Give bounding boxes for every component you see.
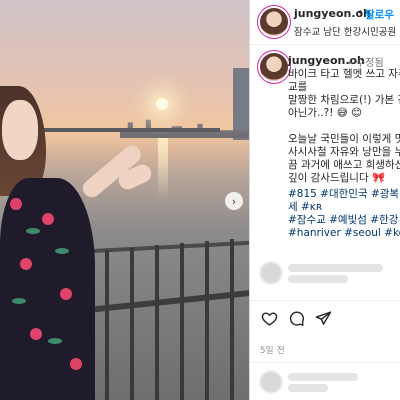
railing-bar: [105, 250, 109, 400]
caption-line: 교를: [288, 81, 308, 93]
post-photo: ›: [0, 0, 249, 400]
share-icon: [315, 310, 331, 325]
comment-icon: [289, 311, 304, 326]
caption-avatar[interactable]: [260, 53, 288, 81]
caption-line: 끔 과거에 애쓰고 희생하신: [288, 159, 400, 171]
post-sidebar: jungyeon.oh • 팔로우 잠수교 남단 한강시민공원 jungyeon…: [249, 0, 400, 400]
bridge: [40, 128, 220, 132]
comment-button[interactable]: [287, 309, 305, 327]
caption-line: 오늘날 국민들이 이렇게 멋: [288, 133, 400, 145]
hashtags[interactable]: #잠수교 #예빛섬 #한강 #한: [288, 214, 400, 227]
railing-bar: [205, 241, 209, 400]
railing-bar: [180, 243, 184, 400]
caption-line: 바이크 타고 헬멧 쓰고 자주: [288, 68, 400, 80]
railing-bar: [155, 245, 159, 400]
avatar[interactable]: [260, 8, 288, 36]
comment-area: [250, 362, 400, 400]
water-reflection: [158, 138, 168, 198]
like-button[interactable]: [260, 309, 278, 327]
next-photo-button[interactable]: ›: [225, 192, 243, 210]
edited-label: • 수정됨: [347, 58, 384, 69]
person-dress: [0, 178, 95, 400]
railing-bar: [130, 248, 134, 400]
location-link[interactable]: 잠수교 남단 한강시민공원: [294, 24, 396, 38]
city-skyline: [120, 119, 249, 138]
caption-line: 말짱한 차림으로(!) 가본 건: [288, 94, 400, 106]
caption-line: 깊이 감사드립니다 🎀: [288, 172, 386, 184]
blurred-comment: [260, 371, 390, 393]
action-bar: [250, 300, 400, 335]
hashtags[interactable]: 세 #ᴋʀ: [288, 201, 322, 214]
heart-icon: [261, 311, 277, 326]
post-date: 5일 전: [260, 346, 285, 356]
railing-upper: [90, 240, 249, 254]
caption-line: 아닌가..?! 😅 😊: [288, 107, 363, 119]
building: [233, 68, 249, 140]
caption-line: 사시사철 자유와 낭만을 누: [288, 146, 400, 158]
railing-bar: [230, 239, 234, 400]
chevron-right-icon: ›: [231, 194, 237, 208]
person-face: [2, 100, 38, 160]
follow-button[interactable]: 팔로우: [365, 7, 394, 22]
separator-dot: •: [357, 6, 364, 19]
hashtags[interactable]: #815 #대한민국 #광복절 #: [288, 188, 400, 201]
hashtags[interactable]: #hanriver #seoul #korea: [288, 227, 400, 240]
blurred-comment: [260, 262, 390, 284]
sun: [156, 98, 168, 110]
post-header: jungyeon.oh • 팔로우 잠수교 남단 한강시민공원: [250, 0, 400, 45]
share-button[interactable]: [314, 309, 332, 327]
